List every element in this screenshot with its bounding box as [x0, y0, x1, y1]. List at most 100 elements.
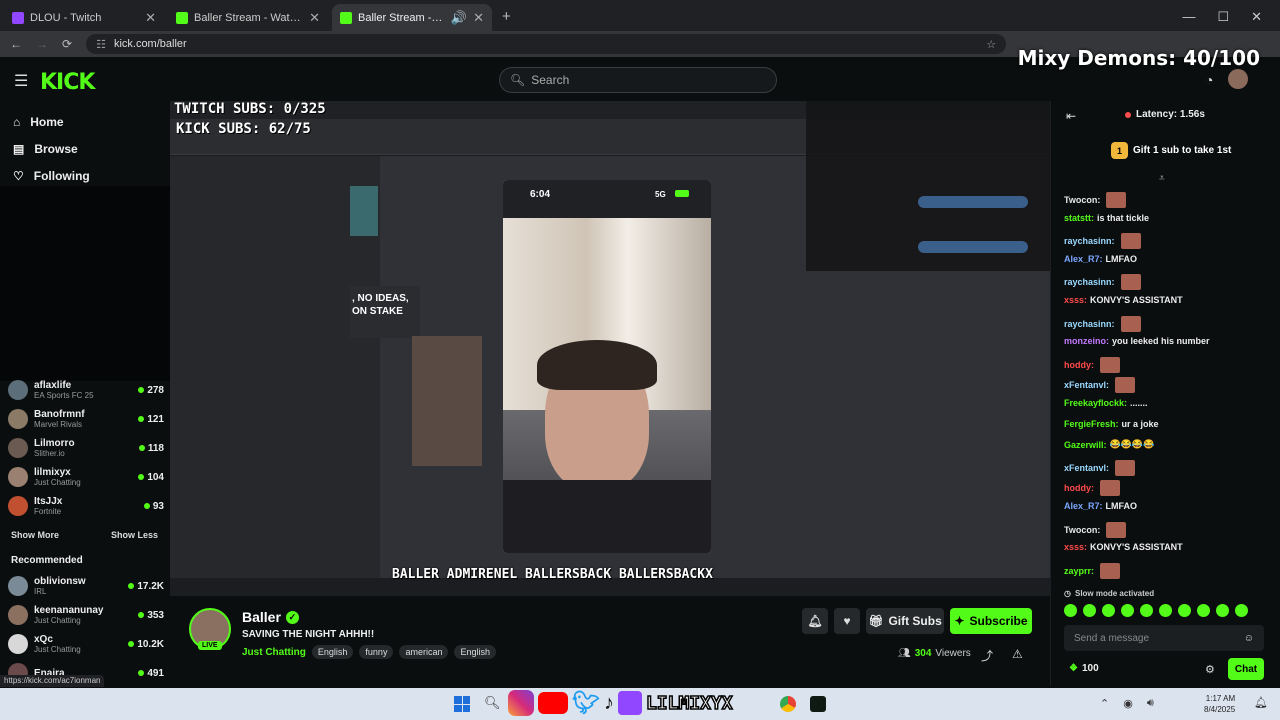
close-tab-icon[interactable]: ✕	[309, 10, 320, 26]
browser-tab-active[interactable]: Baller Stream - Watch Live on Kick 🔊 ✕	[332, 4, 492, 31]
follow-button[interactable]: ♥	[834, 608, 860, 634]
emote-icon[interactable]	[1102, 604, 1115, 617]
chat-username[interactable]: hoddy:	[1064, 483, 1094, 493]
close-tab-icon[interactable]: ✕	[473, 10, 484, 26]
tag[interactable]: american	[399, 645, 449, 659]
category-link[interactable]: Just Chatting	[242, 647, 306, 658]
streamer-name[interactable]: Baller	[242, 609, 281, 625]
sidebar-channel[interactable]: xQc Just Chatting 10.2K	[8, 630, 164, 658]
chat-username[interactable]: Gazerwill:	[1064, 440, 1107, 450]
chat-username[interactable]: Freekayflockk:	[1064, 398, 1127, 408]
bell-button[interactable]: 🔔︎	[802, 608, 828, 634]
windows-start-icon[interactable]	[454, 696, 470, 712]
chat-username[interactable]: raychasinn:	[1064, 277, 1115, 287]
close-window-icon[interactable]: ✕	[1251, 9, 1262, 25]
pinned-icon[interactable]: ⩡	[1159, 173, 1165, 184]
browser-tab[interactable]: DLOU - Twitch ✕	[4, 4, 164, 31]
share-icon[interactable]: ⤴	[981, 647, 993, 664]
emote-icon[interactable]	[1121, 604, 1134, 617]
hamburger-menu-icon[interactable]: ☰	[14, 71, 28, 91]
chat-settings-icon[interactable]: ⚙	[1205, 663, 1215, 676]
emote-icon[interactable]	[1197, 604, 1210, 617]
chrome-icon[interactable]	[780, 696, 796, 712]
avatar[interactable]	[1228, 69, 1248, 89]
chat-username[interactable]: zayprr:	[1064, 566, 1094, 576]
kick-app-icon[interactable]	[810, 696, 826, 712]
sidebar-item-browse[interactable]: ▤ Browse	[0, 135, 170, 162]
audio-icon[interactable]: 🔊	[451, 10, 467, 26]
clock[interactable]: 1:17 AM 8/4/2025	[1204, 693, 1235, 715]
chat-username[interactable]: Alex_R7:	[1064, 254, 1103, 264]
sidebar-item-following[interactable]: ♡ Following	[0, 162, 170, 189]
minimize-icon[interactable]: —	[1182, 9, 1195, 25]
chat-username[interactable]: raychasinn:	[1064, 319, 1115, 329]
wifi-icon[interactable]: ◉	[1123, 697, 1133, 710]
emote-icon[interactable]	[1083, 604, 1096, 617]
tag[interactable]: English	[454, 645, 496, 659]
show-less-button[interactable]: Show Less	[111, 530, 158, 540]
site-info-icon[interactable]: ☷	[96, 38, 106, 51]
notification-icon[interactable]: ◔	[1205, 72, 1213, 88]
maximize-icon[interactable]: ☐	[1217, 9, 1229, 25]
kick-favicon-icon	[176, 11, 188, 24]
emote-icon[interactable]	[1235, 604, 1248, 617]
emote-icon[interactable]	[1216, 604, 1229, 617]
chat-username[interactable]: raychasinn:	[1064, 236, 1115, 246]
chat-username[interactable]: statstt:	[1064, 213, 1094, 223]
new-tab-icon[interactable]: +	[502, 8, 511, 25]
kick-logo[interactable]: KICK	[40, 70, 95, 95]
tag[interactable]: English	[311, 645, 354, 659]
emoji-icon[interactable]: ☺	[1244, 633, 1254, 644]
social-icons-overlay: 🐦︎ ♪ LILMIXYX	[508, 690, 733, 716]
emote-icon[interactable]	[1064, 604, 1077, 617]
sidebar-channel[interactable]: keenananunay Just Chatting 353	[8, 601, 164, 629]
sidebar-channel[interactable]: oblivionsw IRL 17.2K	[8, 572, 164, 600]
search-icon[interactable]: 🔍︎	[484, 695, 501, 711]
chat-username[interactable]: xsss:	[1064, 295, 1087, 305]
url-field[interactable]: ☷ kick.com/baller ☆	[86, 34, 1007, 54]
collapse-chat-icon[interactable]: ⇤	[1066, 109, 1076, 123]
chat-username[interactable]: hoddy:	[1064, 360, 1094, 370]
chat-send-button[interactable]: Chat	[1228, 658, 1264, 680]
sidebar-channel[interactable]: Banofrmnf Marvel Rivals 121	[8, 405, 164, 433]
live-dot-icon	[143, 502, 150, 509]
show-more-button[interactable]: Show More	[11, 530, 59, 540]
chat-input[interactable]: Send a message ☺	[1064, 625, 1264, 651]
slow-mode-notice: ◷ Slow mode activated	[1064, 589, 1155, 598]
chat-message: hoddy:	[1064, 480, 1120, 497]
report-icon[interactable]: ⚠	[1012, 647, 1023, 661]
chat-username[interactable]: xFentanvl:	[1064, 463, 1109, 473]
sidebar-channel[interactable]: ItsJJx Fortnite 93	[8, 492, 164, 520]
chat-username[interactable]: Twocon:	[1064, 195, 1100, 205]
sidebar-channel[interactable]: aflaxlife EA Sports FC 25 278	[8, 376, 164, 404]
emote-icon[interactable]	[1178, 604, 1191, 617]
reload-icon[interactable]: ⟳	[62, 37, 72, 51]
sidebar-item-home[interactable]: ⌂ Home	[0, 108, 170, 135]
volume-icon[interactable]: 🔊︎	[1147, 697, 1154, 710]
chat-username[interactable]: xsss:	[1064, 542, 1087, 552]
chat-username[interactable]: Alex_R7:	[1064, 501, 1103, 511]
chat-username[interactable]: Twocon:	[1064, 525, 1100, 535]
chat-username[interactable]: monzeino:	[1064, 336, 1109, 346]
star-icon: ✦	[954, 614, 965, 628]
chevron-up-icon[interactable]: ⌃	[1100, 697, 1109, 710]
tag[interactable]: funny	[359, 645, 394, 659]
search-input[interactable]: 🔍︎ Search	[499, 67, 777, 93]
emote-icon[interactable]	[1140, 604, 1153, 617]
emote-icon[interactable]	[1159, 604, 1172, 617]
chat-username[interactable]: xFentanvl:	[1064, 380, 1109, 390]
gift-promo[interactable]: 1 Gift 1 sub to take 1st	[1111, 142, 1231, 159]
sidebar-channel[interactable]: lilmixyx Just Chatting 104	[8, 463, 164, 491]
chat-username[interactable]: FergieFresh:	[1064, 419, 1119, 429]
notifications-icon[interactable]: 🔔︎	[1254, 696, 1268, 709]
back-icon[interactable]: ←	[10, 37, 22, 51]
channel-points[interactable]: ❖ 100	[1069, 663, 1099, 674]
subscribe-button[interactable]: ✦ Subscribe	[950, 608, 1032, 634]
forward-icon[interactable]: →	[36, 37, 48, 51]
close-tab-icon[interactable]: ✕	[145, 10, 156, 26]
browser-tab[interactable]: Baller Stream - Watch Live on Kick ✕	[168, 4, 328, 31]
sidebar-channel[interactable]: Lilmorro Slither.io 118	[8, 434, 164, 462]
gift-subs-button[interactable]: 🎁︎ Gift Subs	[866, 608, 944, 634]
tab-title: Baller Stream - Watch Live on Kick	[358, 11, 445, 24]
star-icon[interactable]: ☆	[986, 38, 996, 51]
